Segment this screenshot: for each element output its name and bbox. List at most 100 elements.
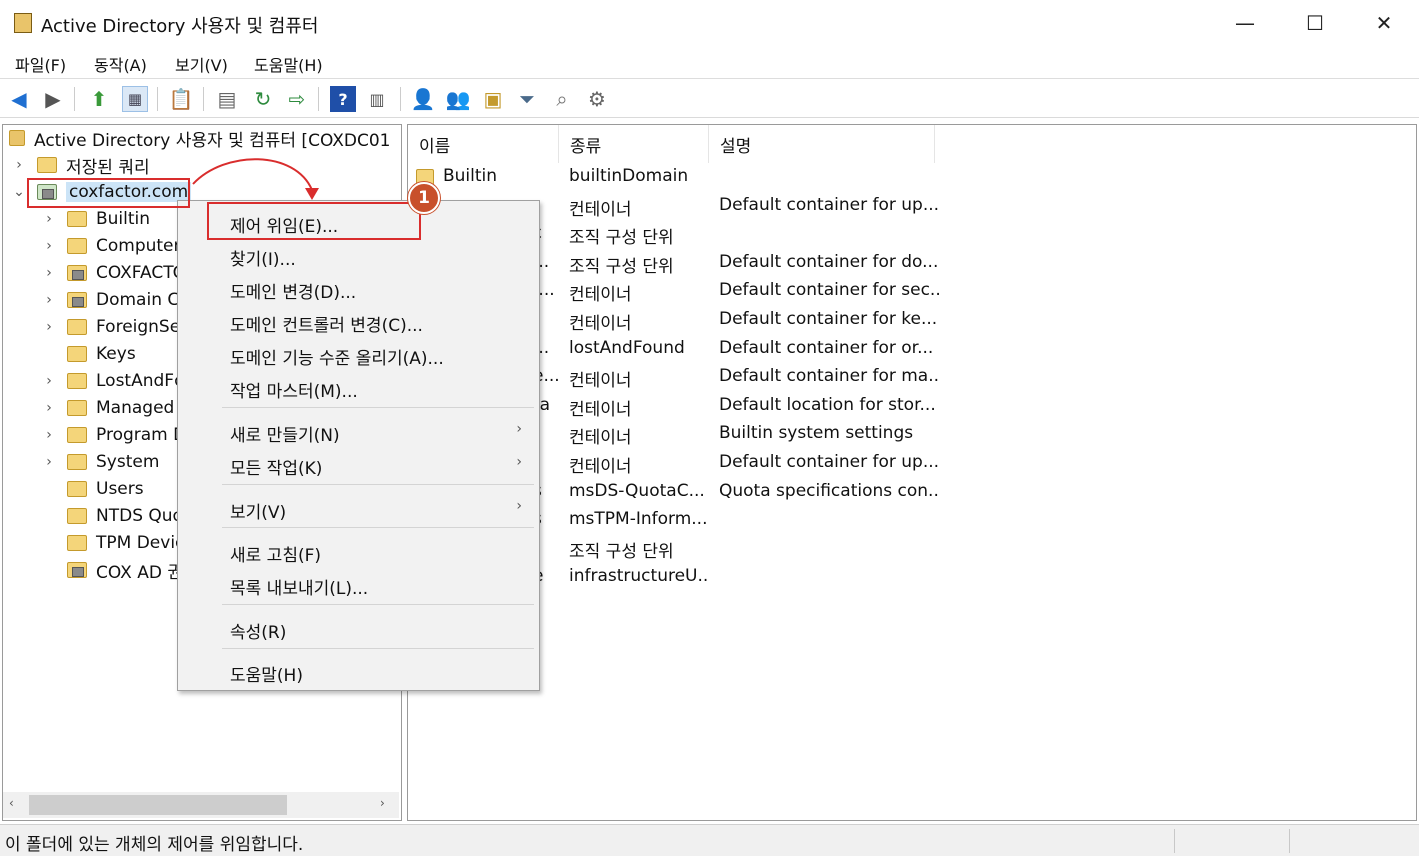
- annotation-arrow: [192, 158, 319, 200]
- tree-item-label: NTDS Quo: [96, 506, 183, 526]
- list-row[interactable]: smsDS-QuotaC...Quota specifications con.…: [408, 481, 1408, 507]
- list-row[interactable]: ta 컨테이너 Default location for stor...: [408, 395, 1408, 421]
- expand-icon[interactable]: ›: [41, 292, 57, 308]
- expand-icon[interactable]: ›: [11, 157, 27, 173]
- clipboard-icon[interactable]: 📋: [168, 86, 194, 112]
- tree-item[interactable]: TPM Devic: [41, 530, 184, 556]
- properties-icon[interactable]: ▤: [214, 86, 240, 112]
- refresh-icon[interactable]: ↻: [250, 86, 276, 112]
- column-header-name[interactable]: 이름: [408, 125, 559, 163]
- list-row[interactable]: einfrastructureU...: [408, 566, 1408, 592]
- tree-item[interactable]: Users: [41, 476, 144, 502]
- menu-item-operations-masters[interactable]: 작업 마스터(M)...: [230, 377, 358, 402]
- tree-item[interactable]: › Builtin: [41, 206, 150, 232]
- list-row[interactable]: 컨테이너 Default container for up...: [408, 452, 1408, 478]
- add-to-group-icon[interactable]: ⚙: [584, 86, 610, 112]
- tree-horizontal-scrollbar[interactable]: ‹ ›: [3, 792, 399, 818]
- menu-item-all-tasks[interactable]: 모든 작업(K): [230, 454, 322, 479]
- list-row[interactable]: 컨테이너 Default container for ke...: [408, 309, 1408, 335]
- maximize-button[interactable]: ☐: [1280, 0, 1350, 46]
- list-row[interactable]: 컨테이너 Default container for up...: [408, 195, 1408, 221]
- new-user-icon[interactable]: 👤: [410, 86, 436, 112]
- tree-item[interactable]: › Program D: [41, 422, 186, 448]
- menu-item-export-list[interactable]: 목록 내보내기(L)...: [230, 574, 368, 599]
- list-pane[interactable]: 이름 종류 설명 Builtin builtinDomain 컨테이너 Default…: [407, 124, 1417, 821]
- tree-item[interactable]: › COXFACTC: [41, 260, 184, 286]
- column-header-description[interactable]: 설명: [709, 125, 935, 163]
- expand-icon[interactable]: ›: [41, 454, 57, 470]
- menu-item-new[interactable]: 새로 만들기(N): [230, 421, 340, 446]
- list-cell-type: 컨테이너: [569, 428, 632, 448]
- minimize-button[interactable]: —: [1210, 0, 1280, 46]
- submenu-arrow-icon: ›: [516, 454, 522, 470]
- expand-icon[interactable]: ›: [41, 265, 57, 281]
- list-cell-type: msDS-QuotaC...: [569, 481, 705, 501]
- list-row[interactable]: smsTPM-Inform...: [408, 509, 1408, 535]
- menu-item-help[interactable]: 도움말(H): [230, 661, 303, 686]
- menu-help[interactable]: 도움말(H): [254, 52, 323, 76]
- menu-item-refresh[interactable]: 새로 고침(F): [230, 541, 321, 566]
- expand-icon[interactable]: ›: [41, 211, 57, 227]
- menu-item-change-dc[interactable]: 도메인 컨트롤러 변경(C)...: [230, 311, 423, 336]
- list-row[interactable]: 조직 구성 단위: [408, 537, 1408, 563]
- list-cell-type: 컨테이너: [569, 200, 632, 220]
- new-group-icon[interactable]: 👥: [445, 86, 471, 112]
- tree-item-label: LostAndFc: [96, 371, 184, 391]
- tree-item[interactable]: NTDS Quo: [41, 503, 183, 529]
- list-row[interactable]: ... lostAndFound Default container for or.…: [408, 338, 1408, 364]
- find-icon[interactable]: ⌕: [549, 86, 575, 112]
- menu-item-view[interactable]: 보기(V): [230, 498, 286, 523]
- expand-icon[interactable]: ›: [41, 238, 57, 254]
- tree-item-saved-queries[interactable]: › 저장된 쿼리: [11, 152, 150, 178]
- folder-icon: [67, 211, 87, 227]
- list-cell-type: 컨테이너: [569, 457, 632, 477]
- expand-icon[interactable]: ›: [41, 400, 57, 416]
- tree-item[interactable]: › LostAndFc: [41, 368, 183, 394]
- up-folder-icon[interactable]: ⬆: [86, 86, 112, 112]
- expand-icon[interactable]: ›: [41, 373, 57, 389]
- expand-icon[interactable]: ›: [41, 427, 57, 443]
- tree-item[interactable]: Keys: [41, 341, 136, 367]
- tree-root[interactable]: Active Directory 사용자 및 컴퓨터 [COXDC01: [9, 125, 390, 151]
- folder-icon: [67, 319, 87, 335]
- new-ou-icon[interactable]: ▣: [480, 86, 506, 112]
- forward-arrow-icon[interactable]: ▶: [40, 86, 66, 112]
- console-view-icon[interactable]: ▥: [364, 86, 390, 112]
- list-row[interactable]: ε조직 구성 단위: [408, 223, 1408, 249]
- menu-view[interactable]: 보기(V): [175, 52, 228, 76]
- menu-item-find[interactable]: 찾기(I)...: [230, 245, 296, 270]
- tree-item-label: ForeignSec: [96, 317, 190, 337]
- tree-item[interactable]: › Domain Cc: [41, 287, 188, 313]
- export-list-icon[interactable]: ⇨: [284, 86, 310, 112]
- scrollbar-thumb[interactable]: [29, 795, 287, 815]
- list-cell-type: 컨테이너: [569, 400, 632, 420]
- tree-item[interactable]: › System: [41, 449, 159, 475]
- list-row[interactable]: r... 컨테이너 Default container for sec...: [408, 280, 1408, 306]
- menu-item-properties[interactable]: 속성(R): [230, 618, 286, 643]
- tree-item[interactable]: › Managed S: [41, 395, 190, 421]
- list-row[interactable]: 컨테이너 Builtin system settings: [408, 423, 1408, 449]
- filter-icon[interactable]: ⏷: [514, 86, 540, 112]
- menu-item-raise-level[interactable]: 도메인 기능 수준 올리기(A)...: [230, 344, 444, 369]
- folder-icon: [67, 238, 87, 254]
- window-title: Active Directory 사용자 및 컴퓨터: [41, 16, 319, 37]
- list-row[interactable]: e... 컨테이너 Default container for ma...: [408, 366, 1408, 392]
- menu-item-change-domain[interactable]: 도메인 변경(D)...: [230, 278, 356, 303]
- expand-icon[interactable]: ›: [41, 319, 57, 335]
- menu-file[interactable]: 파일(F): [15, 52, 66, 76]
- column-header-type[interactable]: 종류: [559, 125, 709, 163]
- collapse-icon[interactable]: ⌄: [11, 184, 27, 200]
- list-row[interactable]: Builtin builtinDomain: [408, 166, 1408, 192]
- tree-item-label: Keys: [96, 344, 136, 364]
- scroll-left-icon[interactable]: ‹: [9, 796, 14, 810]
- menu-action[interactable]: 동작(A): [94, 52, 147, 76]
- tree-item[interactable]: › Computers: [41, 233, 189, 259]
- show-tree-icon[interactable]: ▦: [122, 86, 148, 112]
- help-icon[interactable]: ?: [330, 86, 356, 112]
- scroll-right-icon[interactable]: ›: [380, 796, 385, 810]
- tree-item[interactable]: COX AD 권: [41, 557, 183, 583]
- close-button[interactable]: ✕: [1349, 0, 1419, 46]
- back-arrow-icon[interactable]: ◀: [6, 86, 32, 112]
- tree-item[interactable]: › ForeignSec: [41, 314, 190, 340]
- list-row[interactable]: ... 조직 구성 단위 Default container for do...: [408, 252, 1408, 278]
